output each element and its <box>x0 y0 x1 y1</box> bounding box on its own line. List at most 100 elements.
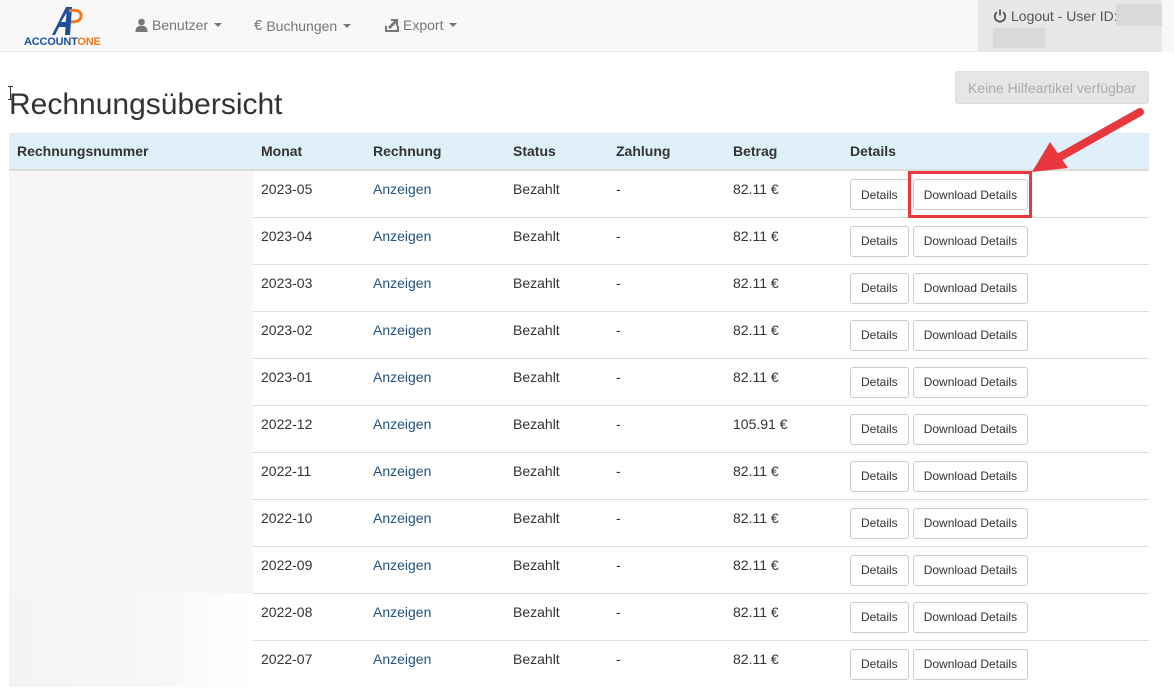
details-button[interactable]: Details <box>850 507 909 539</box>
redacted-user-id <box>1116 4 1162 26</box>
details-button[interactable]: Details <box>850 413 909 445</box>
nav-export-label: Export <box>403 17 444 33</box>
details-button[interactable]: Details <box>850 319 909 351</box>
header-zahlung[interactable]: Zahlung <box>608 133 725 171</box>
cell-rechnungsnummer-redacted <box>9 358 253 405</box>
anzeigen-link[interactable]: Anzeigen <box>373 416 431 432</box>
anzeigen-link[interactable]: Anzeigen <box>373 369 431 385</box>
download-details-button[interactable]: Download Details <box>912 179 1029 210</box>
cell-rechnung: Anzeigen <box>365 592 505 640</box>
details-button[interactable]: Details <box>850 601 909 633</box>
anzeigen-link[interactable]: Anzeigen <box>373 604 431 620</box>
logo-mark-icon <box>52 7 83 35</box>
nav-user-area: Logout - User ID: <box>978 0 1162 52</box>
header-rechnung[interactable]: Rechnung <box>365 133 505 171</box>
table-header-row: Rechnungsnummer Monat Rechnung Status Za… <box>9 133 1149 171</box>
nav-benutzer-dropdown[interactable]: Benutzer <box>135 17 223 33</box>
redacted-user-id-continued <box>993 28 1045 48</box>
header-status[interactable]: Status <box>505 133 608 171</box>
details-button[interactable]: Details <box>850 272 909 304</box>
anzeigen-link[interactable]: Anzeigen <box>373 557 431 573</box>
anzeigen-link[interactable]: Anzeigen <box>373 322 431 338</box>
download-details-button[interactable]: Download Details <box>912 319 1029 351</box>
header-details[interactable]: Details <box>842 133 1149 171</box>
details-button[interactable]: Details <box>850 179 909 210</box>
cell-rechnungsnummer-redacted <box>9 311 253 358</box>
details-button[interactable]: Details <box>850 554 909 586</box>
cell-status: Bezahlt <box>505 310 608 358</box>
user-icon <box>135 18 148 32</box>
table-row: 2022-10 Anzeigen Bezahlt -82.11 € Details Dow… <box>9 498 1149 546</box>
nav-buchungen-dropdown[interactable]: € Buchungen <box>254 17 352 34</box>
cell-betrag: 82.11 € <box>725 357 842 405</box>
header-rechnungsnummer[interactable]: Rechnungsnummer <box>9 133 253 171</box>
cell-zahlung: - <box>608 592 725 640</box>
export-icon <box>385 18 399 32</box>
download-details-button[interactable]: Download Details <box>912 648 1029 680</box>
anzeigen-link[interactable]: Anzeigen <box>373 651 431 667</box>
table-row: 2022-09 Anzeigen Bezahlt -82.11 € Details Dow… <box>9 545 1149 593</box>
download-details-button[interactable]: Download Details <box>912 601 1029 633</box>
download-details-button[interactable]: Download Details <box>912 460 1029 492</box>
logout-link[interactable]: Logout - User ID: <box>993 8 1118 24</box>
download-details-button[interactable]: Download Details <box>912 366 1029 398</box>
download-details-button[interactable]: Download Details <box>912 554 1029 586</box>
cell-details: Details Download Details <box>842 404 1149 452</box>
anzeigen-link[interactable]: Anzeigen <box>373 510 431 526</box>
cell-rechnungsnummer-redacted <box>9 546 253 593</box>
download-details-button[interactable]: Download Details <box>912 413 1029 445</box>
anzeigen-link[interactable]: Anzeigen <box>373 228 431 244</box>
header-betrag[interactable]: Betrag <box>725 133 842 171</box>
cell-status: Bezahlt <box>505 263 608 311</box>
cell-monat: 2022-09 <box>253 545 365 593</box>
cell-zahlung: - <box>608 451 725 499</box>
cell-betrag: 82.11 € <box>725 216 842 264</box>
cell-rechnungsnummer-redacted <box>9 452 253 499</box>
cell-betrag: 82.11 € <box>725 545 842 593</box>
cell-rechnung: Anzeigen <box>365 170 505 217</box>
cell-status: Bezahlt <box>505 498 608 546</box>
anzeigen-link[interactable]: Anzeigen <box>373 463 431 479</box>
cell-monat: 2022-07 <box>253 639 365 687</box>
cell-details: Details Download Details <box>842 545 1149 593</box>
nav-export-dropdown[interactable]: Export <box>385 17 458 33</box>
cell-rechnungsnummer-redacted <box>9 405 253 452</box>
cell-rechnung: Anzeigen <box>365 216 505 264</box>
anzeigen-link[interactable]: Anzeigen <box>373 181 431 197</box>
navbar-edge <box>1162 0 1174 52</box>
table-row: 2022-08 Anzeigen Bezahlt -82.11 € Details Dow… <box>9 592 1149 640</box>
cell-betrag: 82.11 € <box>725 451 842 499</box>
cell-rechnungsnummer-redacted <box>9 264 253 311</box>
cell-status: Bezahlt <box>513 181 560 197</box>
cell-status: Bezahlt <box>505 357 608 405</box>
cell-zahlung: - <box>616 181 621 197</box>
details-button[interactable]: Details <box>850 366 909 398</box>
help-articles-button[interactable]: Keine Hilfeartikel verfügbar <box>955 71 1149 104</box>
details-button[interactable]: Details <box>850 225 909 257</box>
table-row: 2022-11 Anzeigen Bezahlt -82.11 € Details Dow… <box>9 451 1149 499</box>
details-button[interactable]: Details <box>850 460 909 492</box>
cell-betrag: 82.11 € <box>725 592 842 640</box>
download-details-button[interactable]: Download Details <box>912 225 1029 257</box>
table-row: 2023-01 Anzeigen Bezahlt -82.11 € Details Dow… <box>9 357 1149 405</box>
cell-status: Bezahlt <box>505 545 608 593</box>
cell-details: Details Download Details <box>842 451 1149 499</box>
download-details-button[interactable]: Download Details <box>912 272 1029 304</box>
cell-monat: 2023-01 <box>253 357 365 405</box>
accountone-logo[interactable]: ACCOUNTONE <box>22 5 112 49</box>
download-details-button[interactable]: Download Details <box>912 507 1029 539</box>
cell-monat: 2023-03 <box>253 263 365 311</box>
cell-status: Bezahlt <box>505 404 608 452</box>
cell-monat: 2023-05 <box>261 181 313 197</box>
table-row: 2022-12 Anzeigen Bezahlt -105.91 € Details Do… <box>9 404 1149 452</box>
anzeigen-link[interactable]: Anzeigen <box>373 275 431 291</box>
table-row: 2023-02 Anzeigen Bezahlt -82.11 € Details Dow… <box>9 310 1149 358</box>
cell-monat: 2022-11 <box>253 451 365 499</box>
details-button[interactable]: Details <box>850 648 909 680</box>
cell-betrag: 82.11 € <box>725 498 842 546</box>
nav-buchungen-label: Buchungen <box>266 17 338 34</box>
cell-status: Bezahlt <box>505 216 608 264</box>
header-monat[interactable]: Monat <box>253 133 365 171</box>
cell-rechnung: Anzeigen <box>365 310 505 358</box>
logo-wordmark: ACCOUNTONE <box>24 36 101 48</box>
